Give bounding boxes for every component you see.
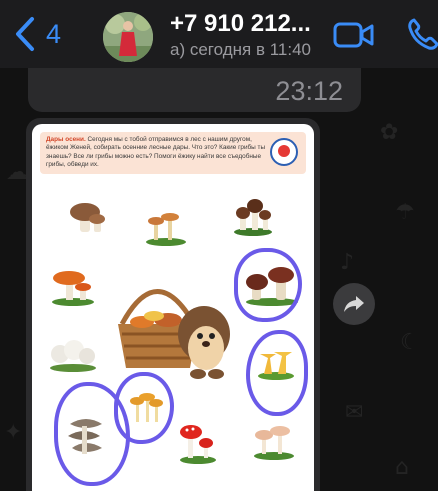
forward-button[interactable] [333, 283, 375, 325]
honey-mushroom-group [146, 213, 186, 246]
wallpaper-doodle: ⌂ [395, 455, 409, 480]
wallpaper-doodle: ☁ [6, 160, 28, 185]
worksheet-logo [270, 138, 298, 166]
wallpaper-doodle: ☾ [400, 330, 420, 355]
wallpaper-doodle: ☂ [395, 200, 415, 225]
wallpaper-doodle: ✉ [345, 400, 364, 425]
wallpaper-doodle: ✦ [4, 420, 23, 445]
unread-count: 4 [46, 18, 62, 49]
hedgehog-with-basket-illustration [118, 289, 230, 379]
fly-agaric-mushroom-group [180, 425, 216, 464]
brown-cap-mushroom-group [234, 199, 272, 236]
selection-circle [234, 248, 302, 322]
wallpaper-doodle: ♪ [340, 250, 355, 275]
video-call-button[interactable] [333, 20, 375, 50]
pale-cap-mushroom-group [254, 426, 294, 460]
previous-message-bubble[interactable]: 23:12 [28, 68, 361, 112]
avatar[interactable] [103, 12, 153, 62]
forward-icon [344, 296, 364, 312]
avatar-photo [103, 12, 153, 62]
message-time: 23:12 [275, 76, 343, 106]
wallpaper-doodle: ✿ [380, 120, 399, 145]
selection-circle [54, 382, 130, 486]
image-message-bubble[interactable]: Дары осени. Сегодня мы с тобой отправимс… [26, 118, 320, 491]
back-chevron-icon [16, 17, 34, 51]
video-call-icon [333, 22, 374, 48]
white-puffball-mushroom-group [50, 340, 96, 372]
selection-circle [246, 330, 308, 416]
last-seen-status: а) сегодня в 11:40 [170, 40, 311, 59]
worksheet-banner: Дары осени. Сегодня мы с тобой отправимс… [40, 132, 306, 174]
worksheet-title: Дары осени. [46, 136, 86, 143]
orange-cap-mushroom-group [52, 271, 94, 306]
chat-header: 4 +7 910 212... а) сегодня в 11:40 [0, 0, 438, 68]
voice-call-button[interactable] [406, 17, 438, 51]
back-button[interactable]: 4 [14, 14, 61, 54]
worksheet-image[interactable]: Дары осени. Сегодня мы с тобой отправимс… [32, 124, 314, 491]
phone-icon [408, 18, 438, 50]
contact-name[interactable]: +7 910 212... [170, 10, 311, 38]
white-mushroom-group [70, 203, 105, 232]
